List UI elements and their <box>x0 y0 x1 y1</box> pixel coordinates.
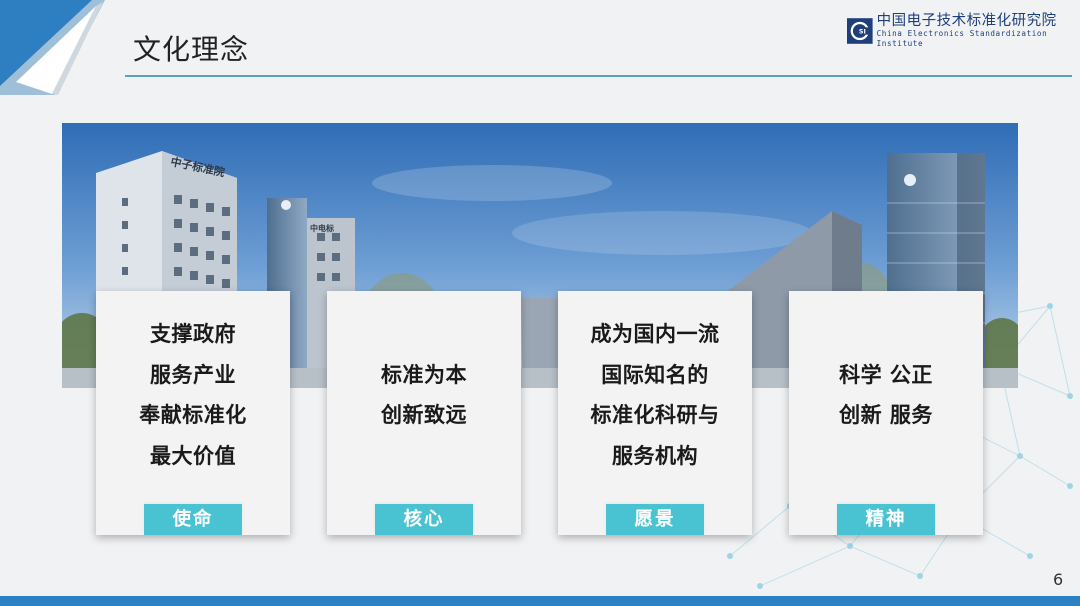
card-body: 标准为本 创新致远 <box>327 291 521 499</box>
institute-logo: SI 中国电子技术标准化研究院 China Electronics Standa… <box>847 13 1080 48</box>
card-text-line: 成为国内一流 <box>590 322 720 346</box>
card-text-line: 国际知名的 <box>601 362 709 387</box>
card-text-line: 科学 公正 <box>839 362 933 387</box>
card-text-line: 最大价值 <box>150 443 236 468</box>
card-body: 支撑政府 服务产业 奉献标准化 最大价值 <box>96 291 290 499</box>
card-tag: 核心 <box>375 504 473 535</box>
card-tag: 愿景 <box>606 504 704 535</box>
card-body: 成为国内一流 国际知名的 标准化科研与 服务机构 <box>558 291 752 499</box>
card-mission: 支撑政府 服务产业 奉献标准化 最大价值 使命 <box>96 291 290 535</box>
card-tag: 精神 <box>837 504 935 535</box>
title-underline <box>125 75 1072 77</box>
card-text-line: 创新 服务 <box>839 403 933 427</box>
svg-text:SI: SI <box>859 28 866 36</box>
institute-name-cn: 中国电子技术标准化研究院 <box>876 13 1057 29</box>
card-tag: 使命 <box>144 504 242 535</box>
card-body: 科学 公正 创新 服务 <box>789 291 983 499</box>
page-number: 6 <box>1053 570 1064 589</box>
card-spirit: 科学 公正 创新 服务 精神 <box>789 291 983 535</box>
corner-decoration <box>0 0 105 95</box>
card-text-line: 标准为本 <box>381 362 467 387</box>
card-text-line: 创新致远 <box>381 403 467 427</box>
card-text-line: 服务机构 <box>612 443 698 468</box>
card-core: 标准为本 创新致远 核心 <box>327 291 521 535</box>
page-title: 文化理念 <box>133 33 250 66</box>
card-text-line: 支撑政府 <box>150 322 236 346</box>
card-text-line: 标准化科研与 <box>590 403 720 427</box>
card-text-line: 服务产业 <box>150 362 236 387</box>
cesi-logo-icon: SI <box>847 18 873 44</box>
bottom-accent-bar <box>0 596 1080 606</box>
card-vision: 成为国内一流 国际知名的 标准化科研与 服务机构 愿景 <box>558 291 752 535</box>
institute-name-en: China Electronics Standardization Instit… <box>876 29 1048 48</box>
card-text-line: 奉献标准化 <box>139 403 247 427</box>
building-sign-mid: 中电标 <box>310 223 334 233</box>
